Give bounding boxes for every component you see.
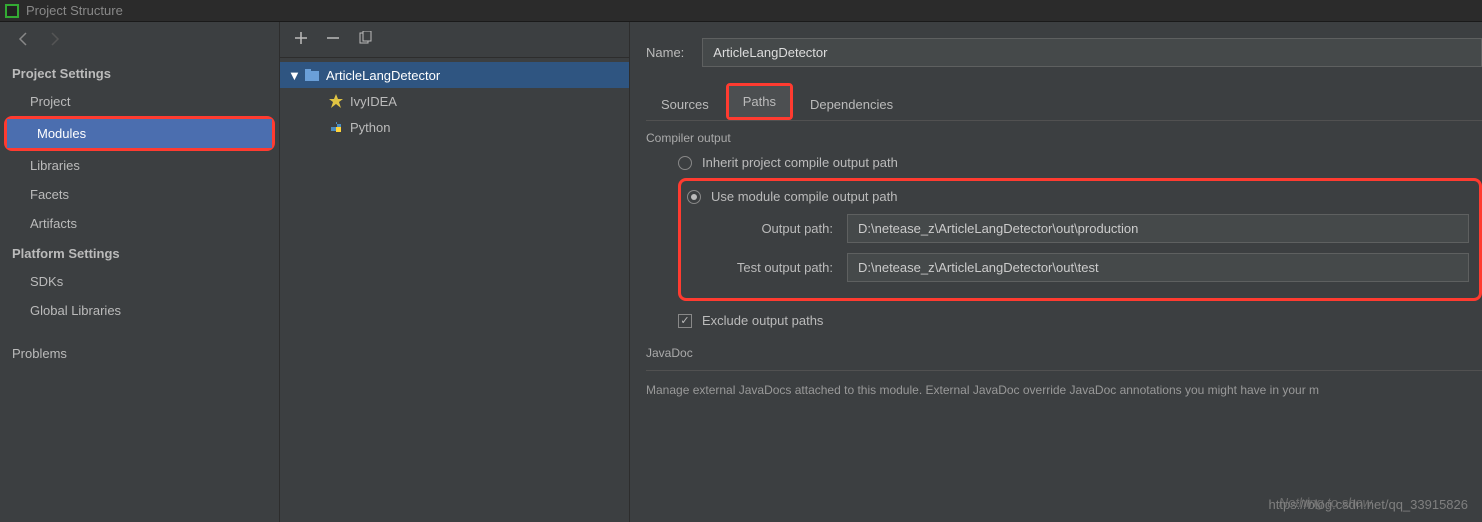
tabs: Sources Paths Dependencies [646,83,1482,121]
nav-arrows [0,22,279,58]
back-icon[interactable] [16,31,32,50]
nav-section-project-settings: Project Settings [0,58,279,87]
nav-item-problems[interactable]: Problems [0,339,279,368]
output-path-label: Output path: [687,221,847,236]
app-icon [4,3,20,19]
tree-module-label: ArticleLangDetector [326,68,440,83]
window-title: Project Structure [26,3,123,18]
nav-item-global-libraries[interactable]: Global Libraries [0,296,279,325]
nav-column: Project Settings Project Modules Librari… [0,22,280,522]
test-output-input[interactable] [847,253,1469,282]
tree-column: ▼ ArticleLangDetector IvyIDEA Python [280,22,630,522]
tab-dependencies[interactable]: Dependencies [795,88,908,120]
nav-item-sdks[interactable]: SDKs [0,267,279,296]
copy-icon[interactable] [358,31,372,48]
tab-paths[interactable]: Paths [729,86,790,117]
tree-child-python[interactable]: Python [280,114,629,140]
expand-icon[interactable]: ▼ [288,68,298,83]
radio-inherit-label: Inherit project compile output path [702,155,898,170]
exclude-checkbox[interactable]: ✓ [678,314,692,328]
highlight-modules: Modules [4,116,275,151]
radio-inherit[interactable] [678,156,692,170]
nav-item-project[interactable]: Project [0,87,279,116]
compiler-section-title: Compiler output [646,131,1482,145]
tree-module-root[interactable]: ▼ ArticleLangDetector [280,62,629,88]
watermark: https://blog.csdn.net/qq_33915826 [1269,497,1469,512]
module-tree: ▼ ArticleLangDetector IvyIDEA Python [280,58,629,140]
nav-item-libraries[interactable]: Libraries [0,151,279,180]
python-icon [328,119,344,135]
nav-item-facets[interactable]: Facets [0,180,279,209]
remove-icon[interactable] [326,31,340,48]
ivy-icon [328,93,344,109]
tree-child-label: IvyIDEA [350,94,397,109]
details-panel: Name: Sources Paths Dependencies Compile… [630,22,1482,522]
output-path-input[interactable] [847,214,1469,243]
highlight-paths-tab: Paths [726,83,793,120]
module-name-input[interactable] [702,38,1482,67]
divider [646,370,1482,371]
module-folder-icon [304,67,320,83]
radio-module-row[interactable]: Use module compile output path [687,189,1469,204]
exclude-row[interactable]: ✓ Exclude output paths [678,313,1482,328]
radio-inherit-row[interactable]: Inherit project compile output path [678,155,1482,170]
title-bar: Project Structure [0,0,1482,22]
radio-module[interactable] [687,190,701,204]
tree-child-label: Python [350,120,390,135]
add-icon[interactable] [294,31,308,48]
highlight-compile-output: Use module compile output path Output pa… [678,178,1482,301]
tab-sources[interactable]: Sources [646,88,724,120]
test-output-label: Test output path: [687,260,847,275]
name-label: Name: [646,45,684,60]
javadoc-title: JavaDoc [646,346,1482,360]
javadoc-description: Manage external JavaDocs attached to thi… [646,381,1482,399]
tree-child-ivyidea[interactable]: IvyIDEA [280,88,629,114]
nav-section-platform-settings: Platform Settings [0,238,279,267]
tree-toolbar [280,22,629,58]
forward-icon[interactable] [46,31,62,50]
nav-item-artifacts[interactable]: Artifacts [0,209,279,238]
radio-module-label: Use module compile output path [711,189,897,204]
exclude-label: Exclude output paths [702,313,823,328]
nav-item-modules[interactable]: Modules [7,119,272,148]
